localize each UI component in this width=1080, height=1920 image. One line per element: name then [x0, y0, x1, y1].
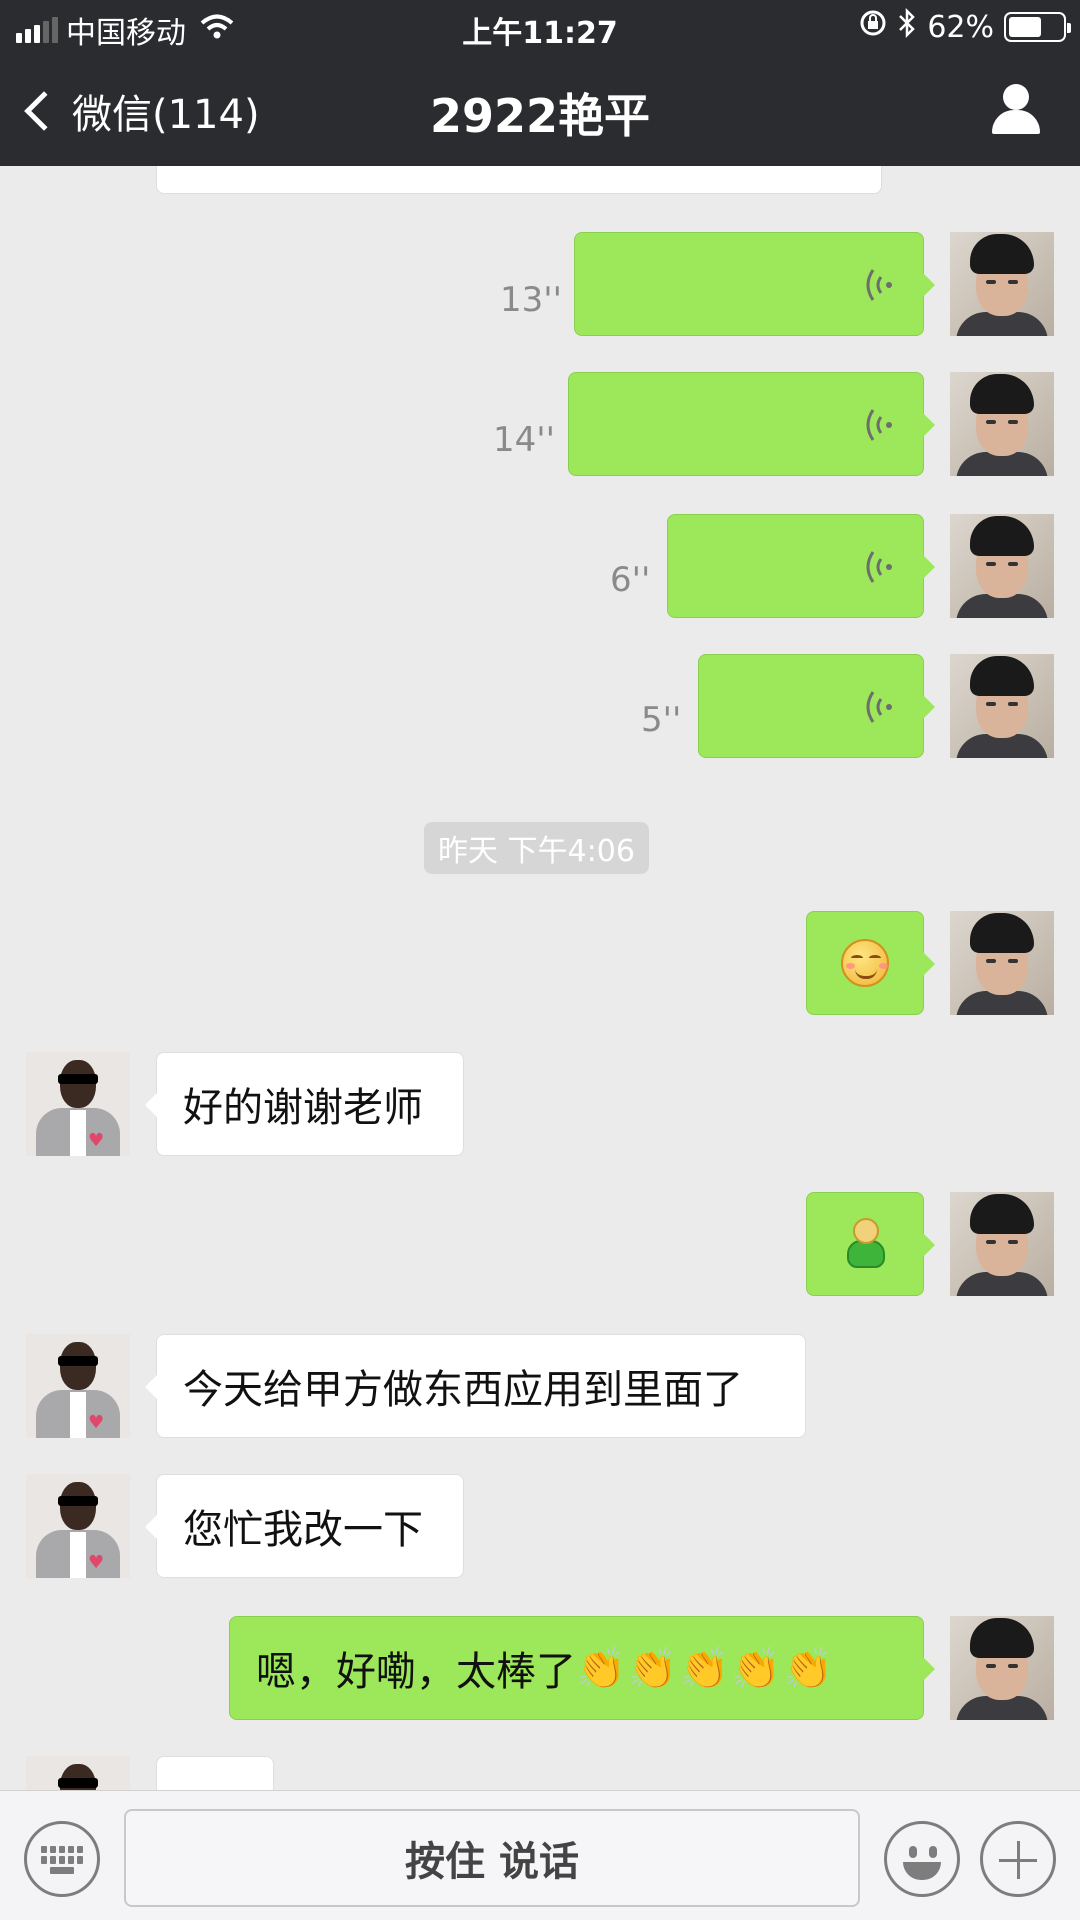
message-text: 今天给甲方做东西应用到里面了: [183, 1367, 743, 1413]
contact-avatar[interactable]: [26, 1756, 130, 1790]
text-message-bubble[interactable]: 您忙我改一下: [145, 1474, 464, 1578]
hold-to-talk-button[interactable]: 按住 说话: [124, 1809, 860, 1907]
voice-message-bubble[interactable]: [667, 514, 935, 618]
rotation-lock-icon: [859, 9, 887, 45]
my-avatar[interactable]: [950, 654, 1054, 758]
message-text: 好的谢谢老师: [183, 1085, 423, 1131]
pig-sticker-icon: [843, 1218, 889, 1270]
voice-wave-icon: [857, 263, 897, 307]
contact-avatar[interactable]: ♥: [26, 1052, 130, 1156]
partial-message-bubble: [156, 1756, 274, 1790]
voice-duration: 14'': [493, 420, 555, 460]
emoji-message-bubble[interactable]: [806, 911, 935, 1015]
partial-message-bubble: [156, 166, 882, 194]
message-list[interactable]: 13'' 14'' 6'' 5'' 昨天 下午4:06 ♥ 好的谢谢老师 ♥ 今…: [0, 166, 1080, 1790]
voice-message-bubble[interactable]: [698, 654, 935, 758]
battery-fill: [1009, 17, 1042, 37]
text-message-bubble[interactable]: 好的谢谢老师: [145, 1052, 464, 1156]
contact-avatar[interactable]: ♥: [26, 1474, 130, 1578]
navigation-bar: 微信(114) 2922艳平: [0, 56, 1080, 166]
plus-icon[interactable]: [980, 1821, 1056, 1897]
smirk-face-icon: [841, 939, 889, 987]
message-text: 嗯，好嘞，太棒了: [256, 1649, 576, 1695]
input-bar: 按住 说话: [0, 1790, 1080, 1920]
status-right: 62%: [859, 7, 1071, 46]
text-message-bubble[interactable]: 今天给甲方做东西应用到里面了: [145, 1334, 806, 1438]
clapping-hands-icon: 👏👏👏👏👏: [576, 1645, 836, 1692]
timestamp-divider: 昨天 下午4:06: [424, 822, 649, 874]
battery-icon: [1004, 12, 1071, 42]
text-message-bubble[interactable]: 嗯，好嘞，太棒了 👏👏👏👏👏: [229, 1616, 935, 1720]
my-avatar[interactable]: [950, 1616, 1054, 1720]
contact-avatar[interactable]: ♥: [26, 1334, 130, 1438]
emoji-message-bubble[interactable]: [806, 1192, 935, 1296]
my-avatar[interactable]: [950, 232, 1054, 336]
voice-duration: 6'': [610, 560, 651, 600]
voice-message-bubble[interactable]: [568, 372, 935, 476]
battery-percent: 62%: [927, 9, 994, 45]
person-icon[interactable]: [990, 84, 1042, 136]
voice-wave-icon: [857, 403, 897, 447]
voice-duration: 5'': [641, 700, 682, 740]
voice-wave-icon: [857, 685, 897, 729]
voice-message-bubble[interactable]: [574, 232, 935, 336]
chat-title: 2922艳平: [429, 89, 651, 143]
my-avatar[interactable]: [950, 1192, 1054, 1296]
my-avatar[interactable]: [950, 514, 1054, 618]
keyboard-icon[interactable]: [24, 1821, 100, 1897]
voice-wave-icon: [857, 545, 897, 589]
my-avatar[interactable]: [950, 372, 1054, 476]
message-text: 您忙我改一下: [183, 1507, 423, 1553]
bluetooth-icon: [897, 7, 917, 46]
my-avatar[interactable]: [950, 911, 1054, 1015]
voice-duration: 13'': [500, 280, 562, 320]
wechat-chat-screen: 中国移动 上午11:27 62% 微信(114) 2922艳平 13'' 14'…: [0, 0, 1080, 1920]
status-bar: 中国移动 上午11:27 62%: [0, 0, 1080, 56]
smiley-icon[interactable]: [884, 1821, 960, 1897]
